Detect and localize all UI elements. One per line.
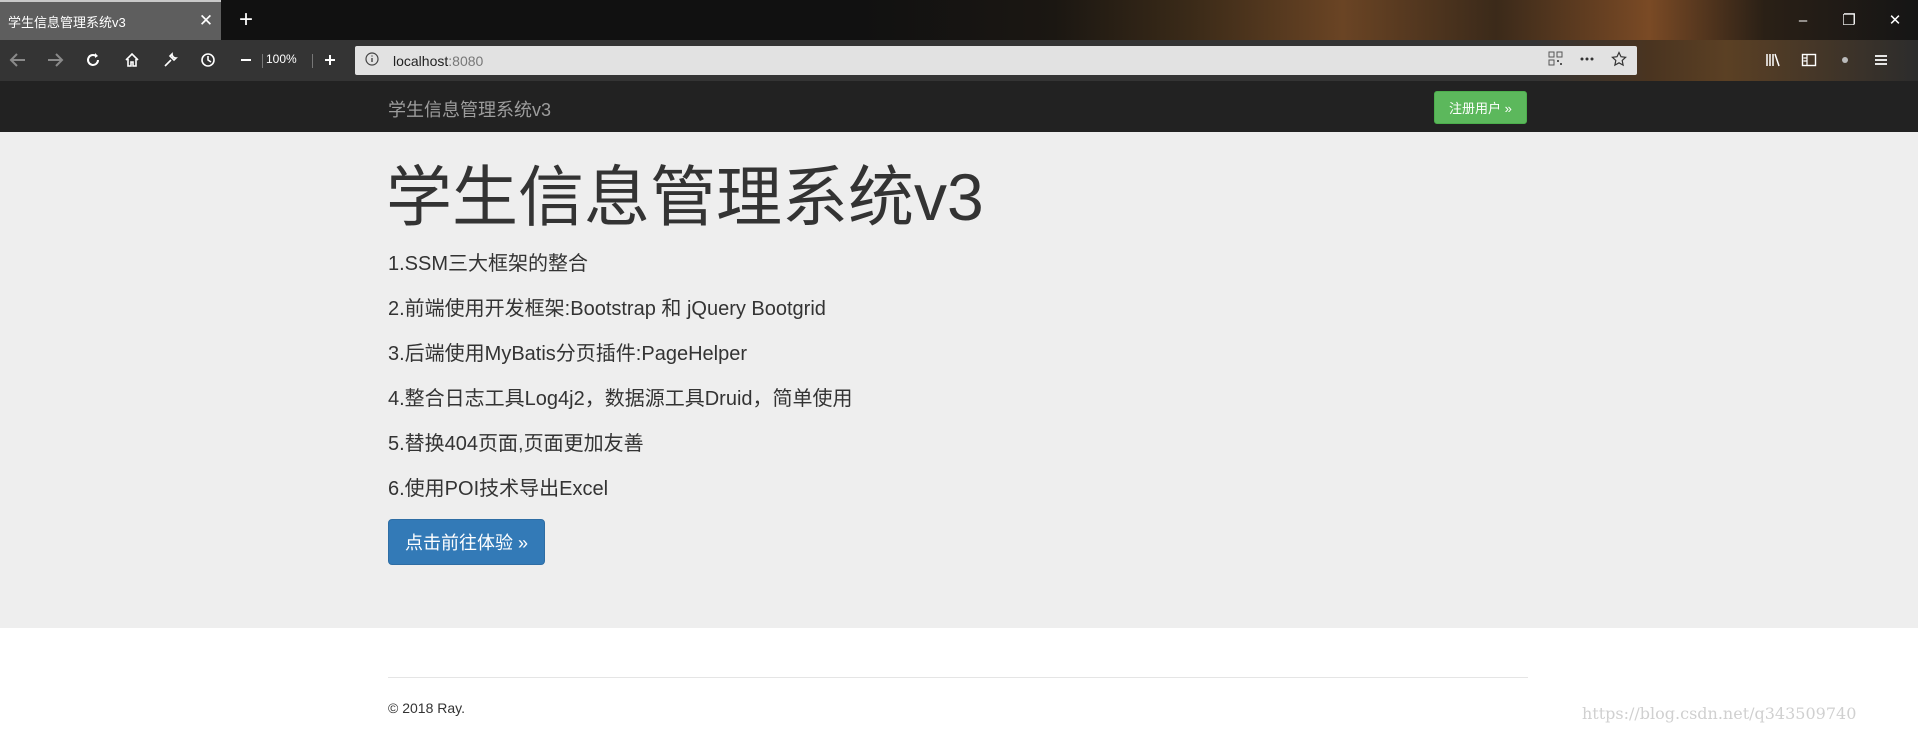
list-item: 3.后端使用MyBatis分页插件:PageHelper <box>388 343 747 365</box>
menu-icon[interactable] <box>1866 45 1896 75</box>
list-item: 5.替换404页面,页面更加友善 <box>388 433 644 455</box>
home-icon[interactable] <box>117 45 147 75</box>
list-item: 4.整合日志工具Log4j2，数据源工具Druid，简单使用 <box>388 388 853 410</box>
jumbotron: 学生信息管理系统v3 1.SSM三大框架的整合 2.前端使用开发框架:Boots… <box>0 132 1918 628</box>
extension-icon[interactable] <box>1830 45 1860 75</box>
sidebar-icon[interactable] <box>1794 45 1824 75</box>
list-item: 2.前端使用开发框架:Bootstrap 和 jQuery Bootgrid <box>388 298 826 320</box>
address-bar[interactable]: localhost:8080 <box>355 46 1637 75</box>
minimize-button[interactable]: – <box>1780 0 1826 40</box>
list-item: 6.使用POI技术导出Excel <box>388 478 609 500</box>
tab-close-icon[interactable]: ✕ <box>191 11 221 31</box>
window-controls: – ❐ ✕ <box>1780 0 1918 40</box>
browser-tab[interactable]: 学生信息管理系统v3 ✕ <box>0 0 221 40</box>
close-window-button[interactable]: ✕ <box>1872 0 1918 40</box>
tab-title: 学生信息管理系统v3 <box>8 14 126 30</box>
list-item: 1.SSM三大框架的整合 <box>388 253 589 275</box>
wrench-icon[interactable] <box>155 45 185 75</box>
browser-toolbar: 100% localhost:8080 <box>0 40 1918 81</box>
url-actions <box>1548 46 1627 75</box>
site-navbar: 学生信息管理系统v3 注册用户 » <box>0 81 1918 132</box>
url-host: localhost <box>393 52 449 69</box>
divider <box>312 54 313 68</box>
history-icon[interactable] <box>193 45 223 75</box>
watermark: https://blog.csdn.net/q343509740 <box>1582 704 1857 723</box>
tab-strip: 学生信息管理系统v3 ✕ + – ❐ ✕ <box>0 0 1918 40</box>
back-icon[interactable] <box>3 45 33 75</box>
qr-code-icon[interactable] <box>1548 51 1563 70</box>
zoom-out-icon[interactable] <box>231 45 261 75</box>
toolbar-right <box>1758 45 1896 75</box>
divider <box>262 54 263 68</box>
page-title: 学生信息管理系统v3 <box>386 160 984 234</box>
restore-button[interactable]: ❐ <box>1826 0 1872 40</box>
register-button[interactable]: 注册用户 » <box>1434 91 1527 124</box>
bookmark-star-icon[interactable] <box>1611 50 1627 71</box>
library-icon[interactable] <box>1758 45 1788 75</box>
zoom-level[interactable]: 100% <box>266 52 297 66</box>
zoom-in-icon[interactable] <box>315 45 345 75</box>
reload-icon[interactable] <box>78 45 108 75</box>
feature-list: 1.SSM三大框架的整合 2.前端使用开发框架:Bootstrap 和 jQue… <box>388 250 853 520</box>
new-tab-button[interactable]: + <box>232 6 260 34</box>
navbar-brand[interactable]: 学生信息管理系统v3 <box>388 96 551 122</box>
more-actions-icon[interactable] <box>1579 51 1595 71</box>
try-now-button[interactable]: 点击前往体验 » <box>388 519 546 565</box>
url-port: :8080 <box>448 52 484 69</box>
footer-copyright: © 2018 Ray. <box>388 700 465 716</box>
info-icon[interactable] <box>365 52 383 69</box>
footer-divider <box>388 677 1528 678</box>
forward-icon[interactable] <box>40 45 70 75</box>
